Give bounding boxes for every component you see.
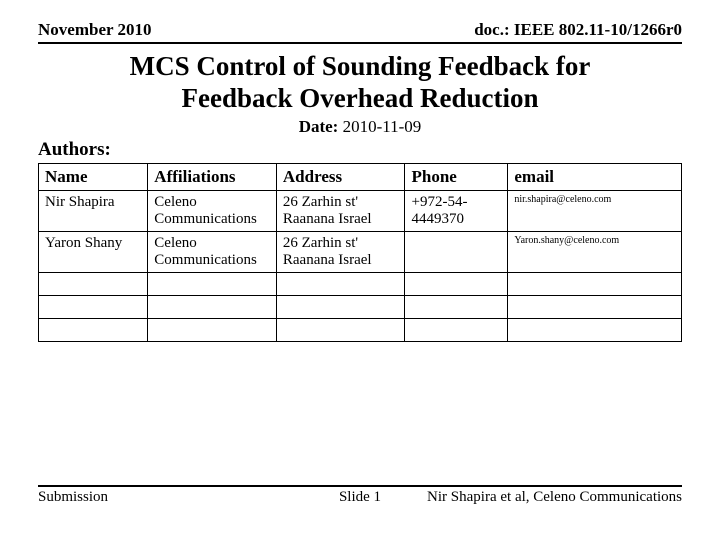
table-row bbox=[39, 318, 682, 341]
header-date: November 2010 bbox=[38, 20, 151, 40]
col-header-address: Address bbox=[276, 163, 405, 190]
col-header-phone: Phone bbox=[405, 163, 508, 190]
authors-table: Name Affiliations Address Phone email Ni… bbox=[38, 163, 682, 342]
cell-phone bbox=[405, 272, 508, 295]
cell-name: Nir Shapira bbox=[39, 190, 148, 231]
cell-name bbox=[39, 272, 148, 295]
cell-email bbox=[508, 295, 682, 318]
col-header-name: Name bbox=[39, 163, 148, 190]
table-row: Yaron Shany Celeno Communications 26 Zar… bbox=[39, 231, 682, 272]
date-label: Date: bbox=[299, 117, 339, 136]
cell-email: Yaron.shany@celeno.com bbox=[508, 231, 682, 272]
cell-affiliations bbox=[148, 318, 277, 341]
cell-address bbox=[276, 295, 405, 318]
cell-phone bbox=[405, 231, 508, 272]
cell-email bbox=[508, 318, 682, 341]
footer-left: Submission bbox=[38, 489, 108, 506]
cell-affiliations bbox=[148, 272, 277, 295]
cell-name bbox=[39, 295, 148, 318]
table-header-row: Name Affiliations Address Phone email bbox=[39, 163, 682, 190]
authors-heading: Authors: bbox=[38, 139, 682, 161]
cell-affiliations: Celeno Communications bbox=[148, 231, 277, 272]
title-line-2: Feedback Overhead Reduction bbox=[38, 82, 682, 114]
page-title: MCS Control of Sounding Feedback for Fee… bbox=[38, 50, 682, 115]
table-row bbox=[39, 295, 682, 318]
cell-affiliations bbox=[148, 295, 277, 318]
col-header-email: email bbox=[508, 163, 682, 190]
cell-phone: +972-54-4449370 bbox=[405, 190, 508, 231]
header-bar: November 2010 doc.: IEEE 802.11-10/1266r… bbox=[38, 20, 682, 44]
cell-address bbox=[276, 318, 405, 341]
cell-phone bbox=[405, 318, 508, 341]
cell-address: 26 Zarhin st' Raanana Israel bbox=[276, 190, 405, 231]
col-header-affiliations: Affiliations bbox=[148, 163, 277, 190]
date-value: 2010-11-09 bbox=[343, 117, 422, 136]
cell-name: Yaron Shany bbox=[39, 231, 148, 272]
cell-phone bbox=[405, 295, 508, 318]
cell-address: 26 Zarhin st' Raanana Israel bbox=[276, 231, 405, 272]
table-row bbox=[39, 272, 682, 295]
cell-email bbox=[508, 272, 682, 295]
header-doc-id: doc.: IEEE 802.11-10/1266r0 bbox=[474, 20, 682, 40]
footer-right: Nir Shapira et al, Celeno Communications bbox=[427, 489, 682, 506]
cell-address bbox=[276, 272, 405, 295]
table-row: Nir Shapira Celeno Communications 26 Zar… bbox=[39, 190, 682, 231]
cell-affiliations: Celeno Communications bbox=[148, 190, 277, 231]
cell-email: nir.shapira@celeno.com bbox=[508, 190, 682, 231]
footer-bar: Submission Slide 1 Nir Shapira et al, Ce… bbox=[38, 485, 682, 506]
date-line: Date: 2010-11-09 bbox=[38, 117, 682, 137]
title-line-1: MCS Control of Sounding Feedback for bbox=[38, 50, 682, 82]
cell-name bbox=[39, 318, 148, 341]
